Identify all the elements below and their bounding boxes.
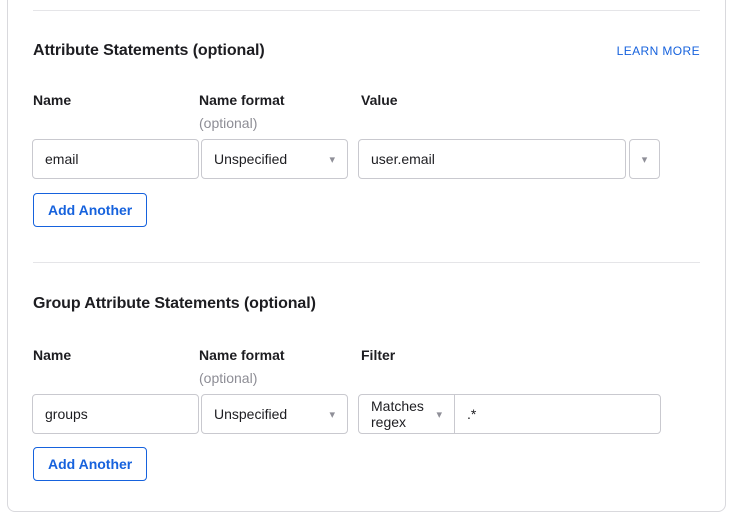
section-divider (33, 10, 700, 11)
column-label-filter: Filter (361, 347, 395, 363)
name-format-selected-value: Unspecified (214, 151, 287, 167)
learn-more-link[interactable]: LEARN MORE (617, 44, 700, 58)
settings-card (7, 0, 726, 512)
group-filter-type-selected-value: Matches regex (371, 398, 436, 430)
add-another-attribute-button[interactable]: Add Another (33, 193, 147, 227)
group-name-format-select[interactable]: Unspecified ▾ (201, 394, 348, 434)
group-filter-value-input[interactable] (455, 395, 660, 433)
column-label-name: Name (33, 347, 71, 363)
section-divider (33, 262, 700, 263)
attribute-value-dropdown-button[interactable]: ▾ (629, 139, 660, 179)
caret-down-icon: ▾ (329, 409, 335, 420)
group-filter-control: Matches regex ▾ (358, 394, 661, 434)
saml-settings-page: Attribute Statements (optional) LEARN MO… (0, 0, 737, 530)
column-label-optional-note: (optional) (199, 115, 257, 131)
column-label-optional-note: (optional) (199, 370, 257, 386)
group-attribute-statements-title: Group Attribute Statements (optional) (33, 295, 316, 313)
column-label-value: Value (361, 92, 398, 108)
column-label-name-format: Name format (199, 347, 285, 363)
attribute-name-input[interactable] (32, 139, 199, 179)
column-label-name-format: Name format (199, 92, 285, 108)
group-attribute-name-input[interactable] (32, 394, 199, 434)
caret-down-icon: ▾ (329, 154, 335, 165)
caret-down-icon: ▾ (436, 409, 442, 420)
group-name-format-selected-value: Unspecified (214, 406, 287, 422)
attribute-value-input[interactable] (358, 139, 626, 179)
caret-down-icon: ▾ (642, 154, 648, 165)
name-format-select[interactable]: Unspecified ▾ (201, 139, 348, 179)
group-filter-type-select[interactable]: Matches regex ▾ (359, 395, 455, 433)
add-another-group-attribute-button[interactable]: Add Another (33, 447, 147, 481)
attribute-statements-title: Attribute Statements (optional) (33, 42, 265, 60)
column-label-name: Name (33, 92, 71, 108)
